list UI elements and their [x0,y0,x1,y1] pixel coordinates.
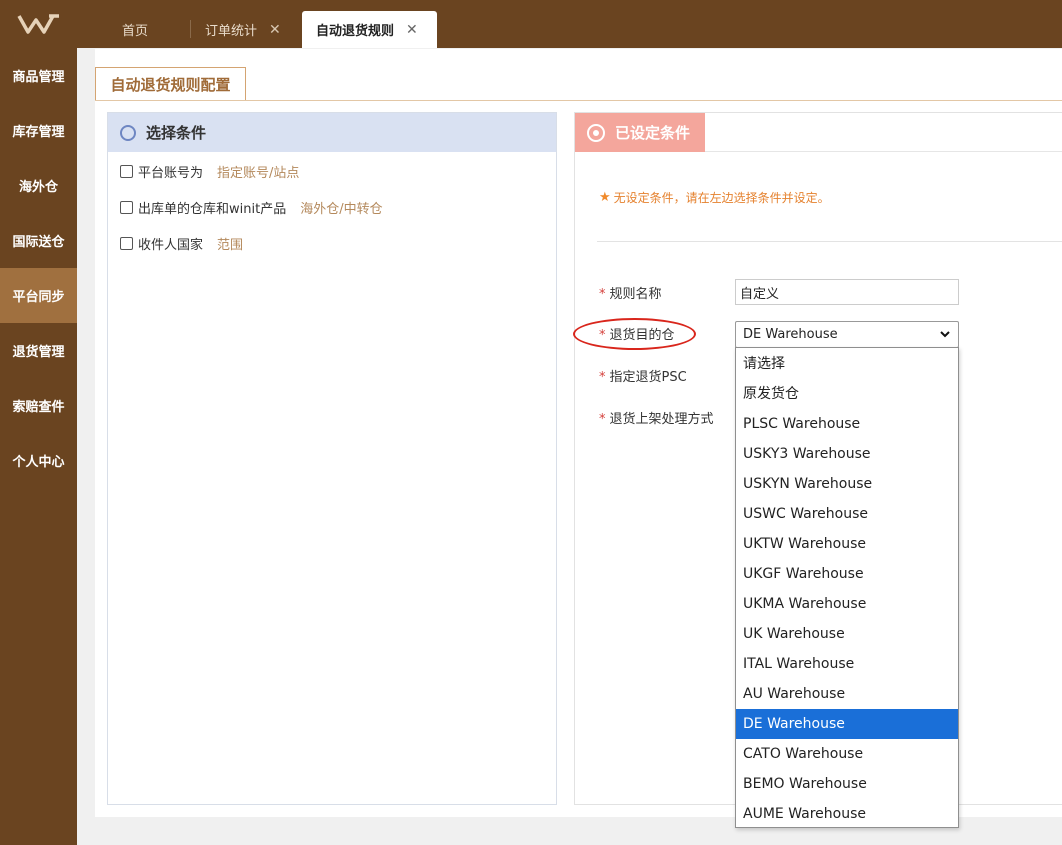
condition-checkbox[interactable] [120,237,133,250]
winit-logo-icon[interactable] [0,0,77,48]
tab-auto-return-rules[interactable]: 自动退货规则 ✕ [302,11,437,48]
sidebar-item-inventory[interactable]: 库存管理 [0,103,77,158]
condition-label: 收件人国家 [138,238,204,253]
dropdown-option[interactable]: PLSC Warehouse [736,409,958,439]
dropdown-option[interactable]: UKTW Warehouse [736,529,958,559]
target-icon [587,123,605,142]
notice-text: 无设定条件，请在左边选择条件并设定。 [613,191,830,205]
select-conditions-title: 选择条件 [146,124,207,142]
ring-icon [120,124,136,141]
condition-hint: 指定账号/站点 [217,166,300,181]
close-icon[interactable]: ✕ [406,22,418,38]
dropdown-option[interactable]: CATO Warehouse [736,739,958,769]
close-icon[interactable]: ✕ [269,22,281,38]
condition-warehouse-product[interactable]: 出库单的仓库和winit产品 海外仓/中转仓 [120,198,383,217]
top-bar: 首页 订单统计 ✕ 自动退货规则 ✕ [0,0,1062,48]
tab-label: 首页 [121,24,148,39]
chevron-down-icon [940,331,950,338]
return-psc-label: * 指定退货PSC [599,370,687,385]
sidebar-item-overseas-warehouse[interactable]: 海外仓 [0,158,77,213]
warehouse-dropdown-list[interactable]: 请选择 原发货仓 PLSC Warehouse USKY3 Warehouse … [735,347,959,828]
dropdown-option[interactable]: USWC Warehouse [736,499,958,529]
selected-value: DE Warehouse [743,327,838,342]
select-conditions-panel: 选择条件 平台账号为 指定账号/站点 出库单的仓库和winit产品 海外仓/中转… [107,112,557,805]
dropdown-option[interactable]: ITAL Warehouse [736,649,958,679]
return-destination-label: * 退货目的仓 [599,328,675,343]
dropdown-option[interactable]: USKY3 Warehouse [736,439,958,469]
rule-name-input[interactable]: 自定义 [735,279,959,305]
sidebar-item-returns[interactable]: 退货管理 [0,323,77,378]
condition-checkbox[interactable] [120,165,133,178]
tab-order-stats[interactable]: 订单统计 ✕ [195,11,295,48]
divider [597,241,1062,242]
sidebar-item-products[interactable]: 商品管理 [0,48,77,103]
tab-separator [190,20,191,38]
tab-label: 订单统计 [205,24,258,39]
dropdown-option[interactable]: BEMO Warehouse [736,769,958,799]
page-tab-underline [95,100,1062,101]
rule-name-label: * 规则名称 [599,287,662,302]
page-title[interactable]: 自动退货规则配置 [95,67,246,100]
set-conditions-header: 已设定条件 [575,113,705,152]
dropdown-option[interactable]: UKGF Warehouse [736,559,958,589]
sidebar: 商品管理 库存管理 海外仓 国际送仓 平台同步 退货管理 索赔查件 个人中心 [0,48,77,845]
shelf-method-label: * 退货上架处理方式 [599,412,714,427]
dropdown-option[interactable]: 原发货仓 [736,379,958,409]
condition-checkbox[interactable] [120,201,133,214]
sidebar-item-intl-delivery[interactable]: 国际送仓 [0,213,77,268]
set-conditions-title: 已设定条件 [615,124,691,142]
return-destination-select[interactable]: DE Warehouse [735,321,959,348]
sidebar-item-platform-sync[interactable]: 平台同步 [0,268,77,323]
condition-hint: 海外仓/中转仓 [300,202,383,217]
sidebar-item-claims[interactable]: 索赔查件 [0,378,77,433]
condition-recipient-country[interactable]: 收件人国家 范围 [120,234,243,253]
dropdown-option[interactable]: USKYN Warehouse [736,469,958,499]
star-icon: ★ [599,190,611,205]
dropdown-option[interactable]: UK Warehouse [736,619,958,649]
sidebar-item-profile[interactable]: 个人中心 [0,433,77,488]
dropdown-option[interactable]: 请选择 [736,349,958,379]
dropdown-option[interactable]: AUME Warehouse [736,799,958,829]
condition-label: 平台账号为 [138,166,204,181]
notice-message: ★ 无设定条件，请在左边选择条件并设定。 [599,189,830,206]
tab-label: 自动退货规则 [316,24,395,39]
dropdown-option[interactable]: UKMA Warehouse [736,589,958,619]
condition-platform-account[interactable]: 平台账号为 指定账号/站点 [120,162,299,181]
tab-home[interactable]: 首页 [97,11,173,48]
select-conditions-header: 选择条件 [108,113,556,152]
condition-hint: 范围 [217,238,244,253]
condition-label: 出库单的仓库和winit产品 [138,202,287,217]
dropdown-option[interactable]: AU Warehouse [736,679,958,709]
dropdown-option-selected[interactable]: DE Warehouse [736,709,958,739]
